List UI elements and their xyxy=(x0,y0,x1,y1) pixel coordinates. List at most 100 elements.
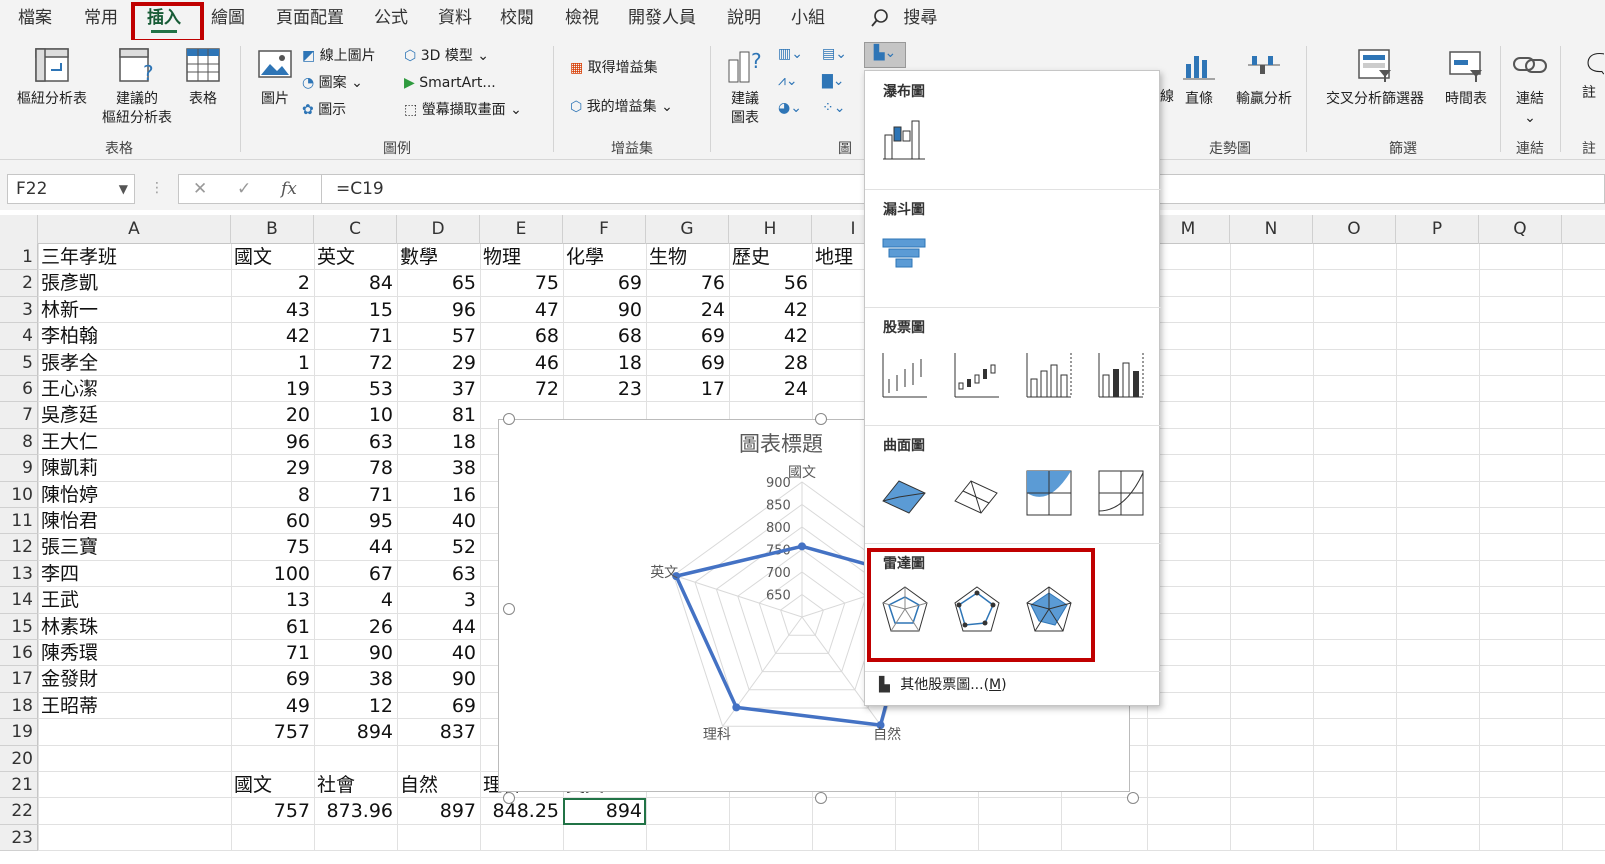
cell[interactable]: 90 xyxy=(397,666,480,692)
smartart-button[interactable]: ▶ SmartArt... xyxy=(404,73,496,93)
cell[interactable]: 42 xyxy=(729,323,812,349)
sparkline-line-button[interactable]: 線 xyxy=(1160,50,1174,107)
cell[interactable]: 生物 xyxy=(646,244,687,270)
cell[interactable]: 8 xyxy=(231,482,314,508)
cell[interactable]: 吳彥廷 xyxy=(38,402,98,428)
column-header[interactable]: O xyxy=(1313,215,1396,244)
contour-option[interactable] xyxy=(1023,467,1075,519)
table-button[interactable]: 表格 xyxy=(180,46,226,109)
search-box[interactable]: 搜尋 xyxy=(870,0,937,36)
cell[interactable]: 873.96 xyxy=(314,798,397,824)
cell[interactable]: 3 xyxy=(397,587,480,613)
resize-handle[interactable] xyxy=(815,792,827,804)
cell[interactable]: 陳怡君 xyxy=(38,508,98,534)
column-header[interactable]: N xyxy=(1230,215,1313,244)
cell[interactable]: 894 xyxy=(314,719,397,745)
cell[interactable]: 國文 xyxy=(231,772,272,798)
cell[interactable]: 46 xyxy=(480,350,563,376)
cell[interactable]: 張彥凱 xyxy=(38,270,98,296)
cell[interactable]: 張孝全 xyxy=(38,350,98,376)
comment-button[interactable]: 🗨 註 xyxy=(1582,46,1604,103)
sparkline-winloss-button[interactable]: 輸贏分析 xyxy=(1228,46,1300,109)
row-header[interactable]: 15 xyxy=(0,613,38,640)
tab-formulas[interactable]: 公式 xyxy=(374,0,408,36)
pie-chart-button[interactable]: ◕⌄ xyxy=(778,98,802,118)
cell[interactable]: 林新一 xyxy=(38,297,98,323)
cell[interactable]: 26 xyxy=(314,614,397,640)
cell[interactable]: 4 xyxy=(314,587,397,613)
cell[interactable]: 陳秀環 xyxy=(38,640,98,666)
resize-handle[interactable] xyxy=(815,413,827,425)
recommended-charts-button[interactable]: ? 建議 圖表 xyxy=(722,46,768,128)
cell[interactable]: 18 xyxy=(397,429,480,455)
cell[interactable]: 43 xyxy=(231,297,314,323)
column-header[interactable]: A xyxy=(38,215,231,244)
row-header[interactable]: 8 xyxy=(0,428,38,456)
cell[interactable]: 69 xyxy=(397,693,480,719)
cell[interactable]: 40 xyxy=(397,508,480,534)
column-chart-button[interactable]: ▥⌄ xyxy=(778,44,803,64)
cell[interactable]: 68 xyxy=(480,323,563,349)
cell[interactable]: 38 xyxy=(397,455,480,481)
cell[interactable]: 52 xyxy=(397,534,480,560)
cell[interactable]: 24 xyxy=(729,376,812,402)
my-addins-button[interactable]: ⬡ 我的增益集 ⌄ xyxy=(570,97,673,117)
cell[interactable]: 81 xyxy=(397,402,480,428)
row-header[interactable]: 17 xyxy=(0,666,38,693)
row-header[interactable]: 13 xyxy=(0,560,38,588)
cell[interactable]: 44 xyxy=(397,614,480,640)
cell[interactable]: 63 xyxy=(397,561,480,587)
tab-developer[interactable]: 開發人員 xyxy=(628,0,696,36)
name-box[interactable]: F22 ▼ xyxy=(7,174,135,204)
row-header[interactable]: 16 xyxy=(0,640,38,667)
line-chart-button[interactable]: ⩘⌄ xyxy=(778,71,798,91)
cell[interactable]: 57 xyxy=(397,323,480,349)
cell[interactable]: 60 xyxy=(231,508,314,534)
get-addins-button[interactable]: ▦ 取得增益集 xyxy=(570,58,658,78)
cell[interactable]: 69 xyxy=(646,350,729,376)
column-header[interactable]: E xyxy=(480,215,563,244)
stock-vhlc-option[interactable] xyxy=(1023,349,1075,401)
cell[interactable]: 16 xyxy=(397,482,480,508)
cell[interactable]: 69 xyxy=(231,666,314,692)
row-header[interactable]: 18 xyxy=(0,692,38,720)
cell[interactable]: 29 xyxy=(397,350,480,376)
cell[interactable]: 63 xyxy=(314,429,397,455)
cell[interactable]: 數學 xyxy=(397,244,438,270)
tab-data[interactable]: 資料 xyxy=(438,0,472,36)
shapes-button[interactable]: ◔ 圖案 ⌄ xyxy=(302,73,363,93)
row-header[interactable]: 23 xyxy=(0,824,38,852)
cell[interactable]: 96 xyxy=(231,429,314,455)
cell[interactable]: 53 xyxy=(314,376,397,402)
slicer-button[interactable]: 交叉分析篩選器 xyxy=(1314,46,1436,109)
tab-team[interactable]: 小組 xyxy=(791,0,825,36)
hierarchy-chart-button[interactable]: ▤⌄ xyxy=(822,44,847,64)
select-all-corner[interactable] xyxy=(0,215,38,244)
cell[interactable]: 19 xyxy=(231,376,314,402)
cell[interactable]: 56 xyxy=(729,270,812,296)
icons-button[interactable]: ✿ 圖示 xyxy=(302,100,346,120)
cell[interactable]: 71 xyxy=(314,482,397,508)
cell[interactable]: 金發財 xyxy=(38,666,98,692)
surface-wireframe-option[interactable] xyxy=(951,467,1003,519)
cell[interactable]: 地理 xyxy=(812,244,853,270)
cell[interactable]: 2 xyxy=(231,270,314,296)
cancel-icon[interactable]: ✕ xyxy=(193,175,207,203)
cell[interactable]: 陳怡婷 xyxy=(38,482,98,508)
cell[interactable]: 76 xyxy=(646,270,729,296)
cell[interactable]: 42 xyxy=(729,297,812,323)
cell[interactable]: 18 xyxy=(563,350,646,376)
cell[interactable]: 61 xyxy=(231,614,314,640)
cell[interactable]: 38 xyxy=(314,666,397,692)
recommended-pivot-button[interactable]: ? 建議的 樞紐分析表 xyxy=(94,46,180,128)
tab-review[interactable]: 校閱 xyxy=(500,0,534,36)
row-header[interactable]: 14 xyxy=(0,587,38,614)
cell[interactable]: 72 xyxy=(314,350,397,376)
tab-home[interactable]: 常用 xyxy=(84,0,118,36)
cell[interactable]: 67 xyxy=(314,561,397,587)
row-header[interactable]: 11 xyxy=(0,508,38,535)
cell[interactable]: 71 xyxy=(231,640,314,666)
row-header[interactable]: 19 xyxy=(0,719,38,746)
resize-handle[interactable] xyxy=(1127,792,1139,804)
resize-handle[interactable] xyxy=(503,603,515,615)
